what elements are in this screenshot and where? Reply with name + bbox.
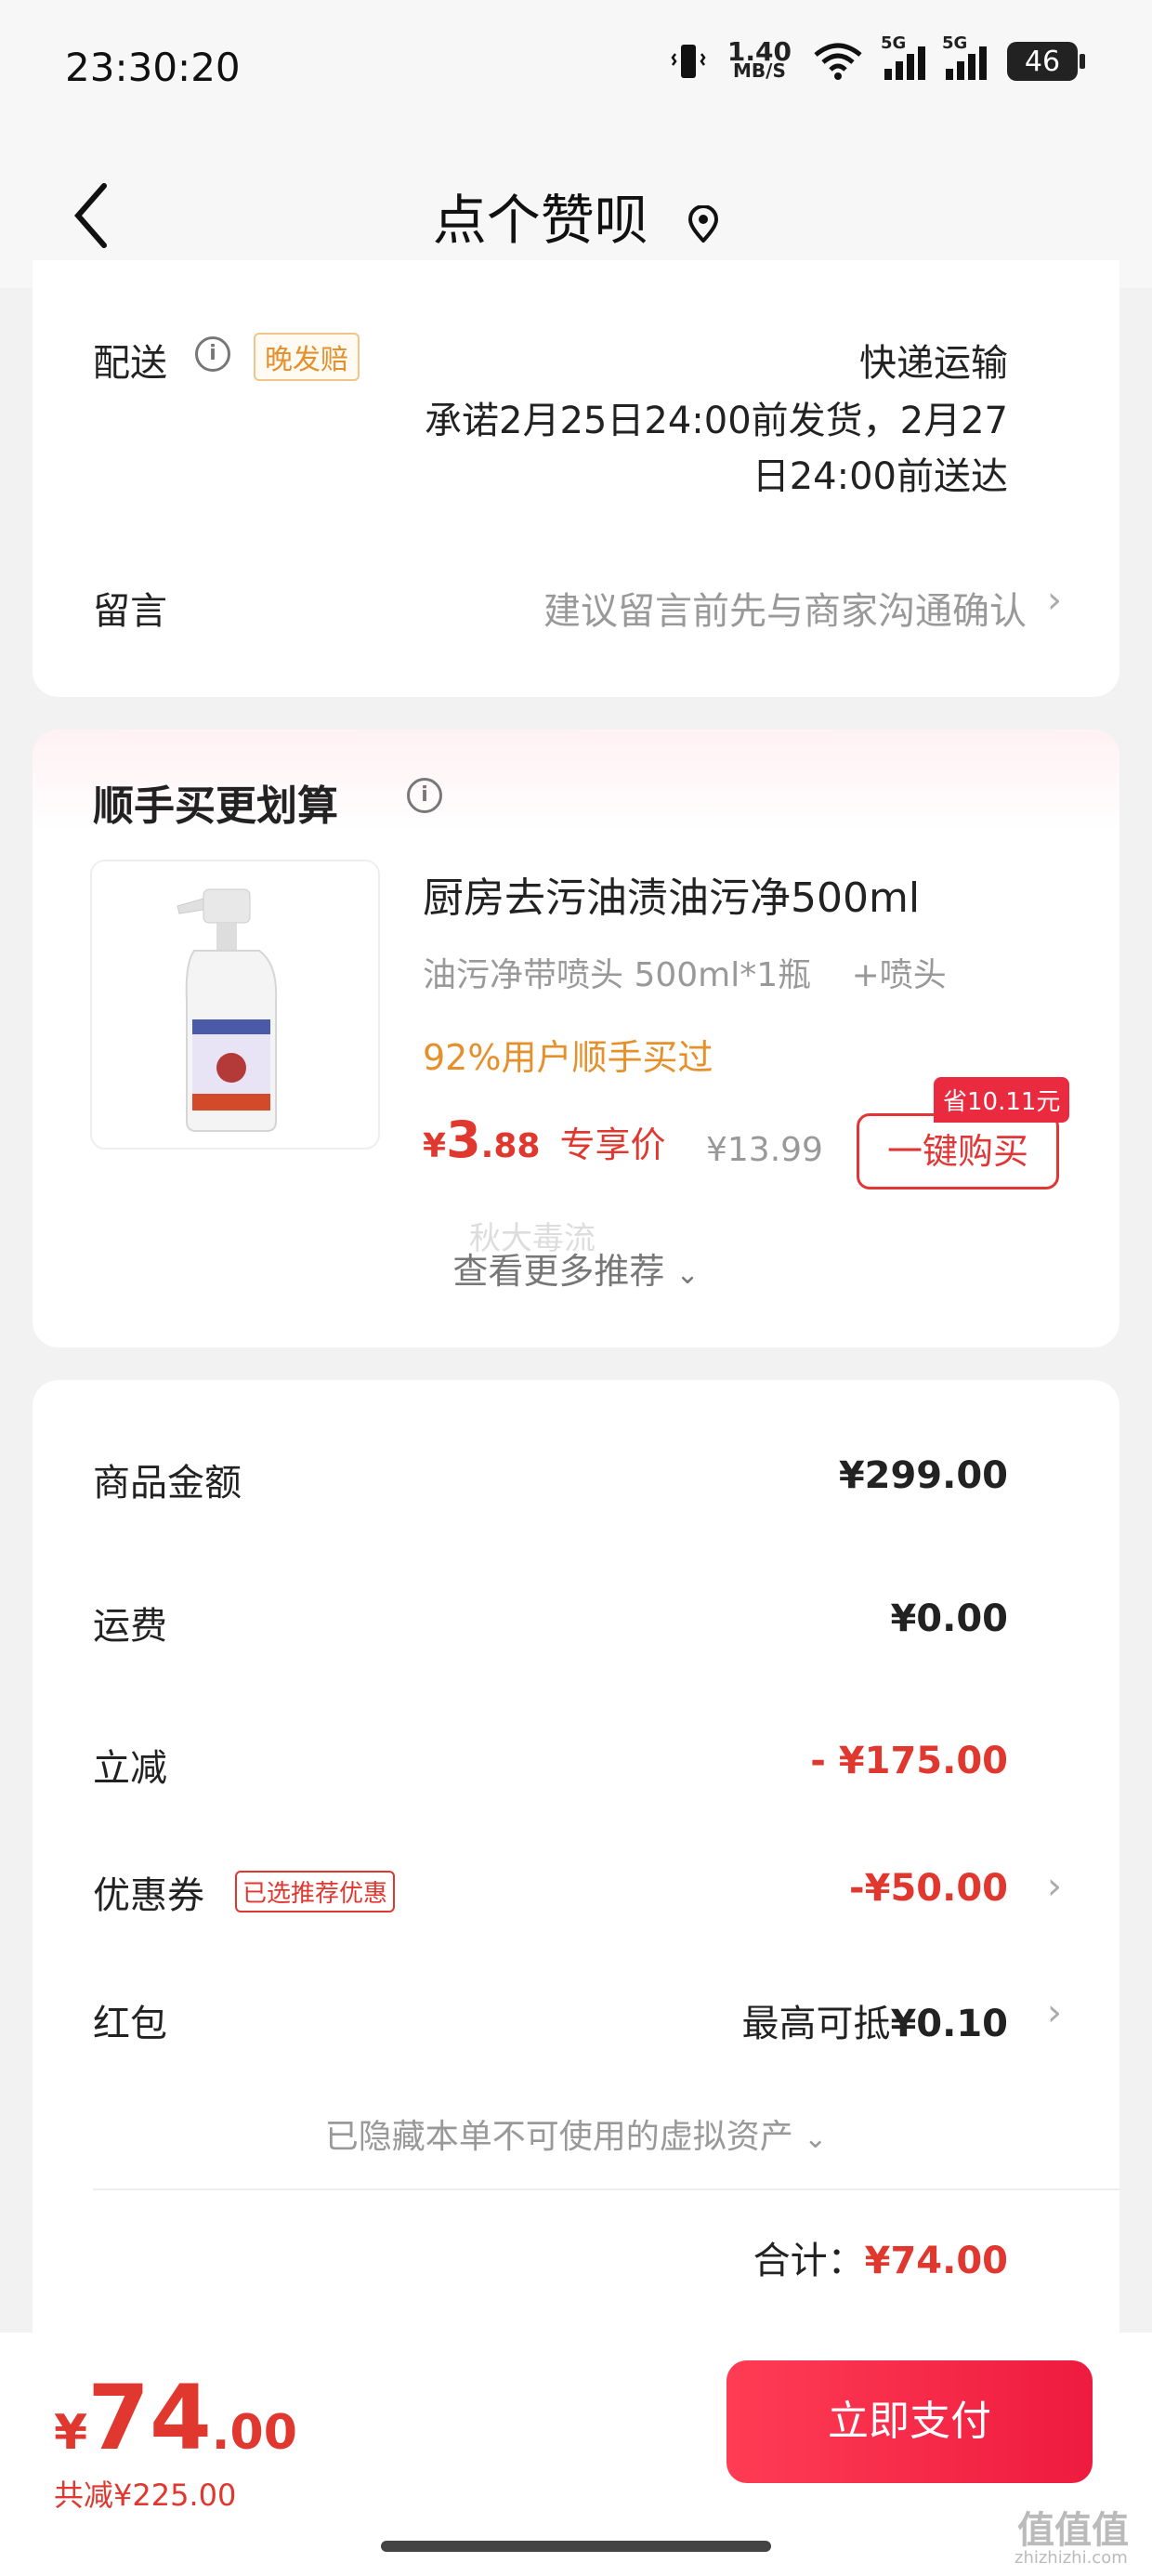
info-icon[interactable]: i [195,336,230,372]
coupon-tag: 已选推荐优惠 [235,1871,396,1912]
product-title[interactable]: 厨房去污油渍油污净500ml [423,864,920,924]
late-compensation-tag: 晚发赔 [254,333,360,381]
coupon-value[interactable]: -¥50.00 [849,1867,1008,1910]
chevron-down-icon: ⌄ [804,2123,828,2155]
message-label: 留言 [93,590,167,633]
summary-label-discount: 立减 [93,1747,167,1790]
product-spec-text: 油污净带喷头 500ml*1瓶 [423,956,812,994]
price-int: 3 [446,1111,481,1169]
chevron-right-icon: › [1047,1865,1062,1908]
price-symbol: ¥ [423,1127,447,1165]
home-indicator[interactable] [381,2541,771,2552]
signal-icon: 5G [881,33,925,80]
vibrate-icon [671,45,706,78]
chevron-right-icon: › [1047,1991,1062,2034]
see-more-recommendations[interactable]: 查看更多推荐 ⌄ [33,1242,1119,1294]
redpacket-value[interactable]: 最高可抵¥0.10 [741,1993,1008,2047]
hidden-assets-toggle[interactable]: 已隐藏本单不可使用的虚拟资产 ⌄ [33,2109,1119,2158]
product-image[interactable] [90,860,380,1150]
social-proof: 92%用户顺手买过 [423,1037,713,1078]
spray-bottle-image [177,888,278,1132]
see-more-text: 查看更多推荐 [452,1251,665,1292]
recommend-card: 顺手买更划算 i 厨房去污油渍油污净500ml 油污净带喷头 500ml*1瓶 … [33,729,1119,1347]
battery-icon: 46 [1007,42,1085,81]
summary-value-discount: - ¥175.00 [810,1740,1008,1782]
summary-label-shipping: 运费 [93,1605,167,1648]
redpacket-prefix: 最高可抵 [741,2003,891,2045]
wifi-icon [814,43,862,80]
total-label: 合计： [753,2240,865,2282]
bottom-price-dec: .00 [211,2405,297,2461]
summary-label-redpacket: 红包 [93,2003,167,2045]
status-time: 23:30:20 [65,45,241,90]
watermark-sub: zhizhizhi.com [1015,2548,1128,2568]
one-click-buy-button[interactable]: 一键购买 [857,1113,1059,1189]
page-title-text: 点个赞呗 [432,189,648,252]
hidden-assets-text: 已隐藏本单不可使用的虚拟资产 [324,2118,793,2156]
page-title: 点个赞呗 [0,177,1152,255]
summary-value-shipping: ¥0.00 [890,1597,1008,1640]
save-badge: 省10.11元 [934,1077,1070,1123]
delivery-promise-line1: 承诺2月25日24:00前发货，2月27 [425,400,1008,442]
product-spec-extra: +喷头 [851,956,947,994]
bottom-saved: 共减¥225.00 [54,2477,237,2513]
delivery-card: 配送 i 晚发赔 快递运输 承诺2月25日24:00前发货，2月27 日24:0… [33,260,1119,697]
status-bar: 23:30:20 1.40 MB/S 5G 5G 46 [0,0,1152,139]
delivery-label: 配送 [93,342,167,385]
summary-label-goods: 商品金额 [93,1462,242,1505]
bottom-bar: ¥74.00 共减¥225.00 立即支付 值值值 zhizhizhi.com [0,2333,1152,2576]
divider [93,2188,1119,2190]
chevron-down-icon: ⌄ [675,1258,700,1291]
delivery-promise-line2: 日24:00前送达 [752,455,1008,498]
product-price: ¥3.88 专享价 [423,1111,666,1169]
bottom-price-symbol: ¥ [54,2405,88,2461]
watermark: 值值值 [1017,2509,1129,2552]
recommend-title: 顺手买更划算 [93,782,338,830]
summary-value-goods: ¥299.00 [838,1454,1008,1497]
delivery-method: 快递运输 [859,342,1008,385]
info-icon[interactable]: i [407,778,442,813]
original-price: ¥13.99 [706,1131,823,1169]
chevron-right-icon: › [1047,579,1062,622]
price-dec: .88 [480,1127,541,1165]
summary-card: 商品金额 ¥299.00 运费 ¥0.00 立减 - ¥175.00 优惠券 已… [33,1380,1119,2356]
total-row: 合计：¥74.00 [753,2230,1008,2284]
bottom-total-price: ¥74.00 [54,2366,297,2470]
signal-icon-2: 5G [942,33,987,80]
product-spec: 油污净带喷头 500ml*1瓶 +喷头 [423,948,947,996]
redpacket-amount: ¥0.10 [890,2003,1008,2045]
price-label: 专享价 [559,1124,666,1165]
message-input[interactable]: 建议留言前先与商家沟通确认 [543,581,1027,635]
summary-label-coupon: 优惠券 [93,1874,204,1917]
pay-now-button[interactable]: 立即支付 [727,2360,1093,2483]
bottom-price-int: 74 [87,2366,212,2470]
network-speed: 1.40 MB/S [727,36,792,82]
total-value: ¥74.00 [864,2240,1008,2282]
location-pin-icon[interactable] [687,204,719,243]
status-icons: 1.40 MB/S 5G 5G 46 [670,33,1085,82]
